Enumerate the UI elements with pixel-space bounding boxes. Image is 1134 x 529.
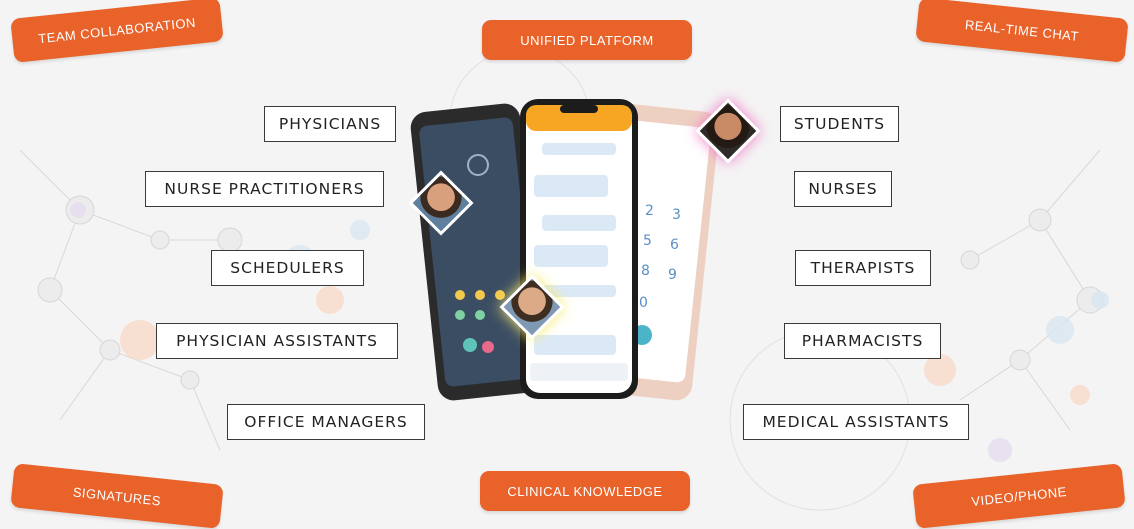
role-therapists: THERAPISTS: [795, 250, 931, 286]
role-physician-assistants: PHYSICIAN ASSISTANTS: [156, 323, 398, 359]
svg-text:9: 9: [668, 267, 677, 283]
svg-text:6: 6: [670, 237, 679, 253]
role-nurse-practitioners: NURSE PRACTITIONERS: [145, 171, 384, 207]
svg-text:0: 0: [639, 295, 648, 311]
svg-text:3: 3: [672, 207, 681, 223]
role-nurses: NURSES: [794, 171, 892, 207]
phone-mockup-center: [520, 99, 638, 399]
svg-text:2: 2: [645, 203, 654, 219]
svg-text:5: 5: [643, 233, 652, 249]
role-schedulers: SCHEDULERS: [211, 250, 364, 286]
svg-text:8: 8: [641, 263, 650, 279]
role-pharmacists: PHARMACISTS: [784, 323, 941, 359]
role-students: STUDENTS: [780, 106, 899, 142]
phone-mockups-illustration: 2 3 5 6 8 9 0: [410, 99, 720, 401]
feature-unified-platform: UNIFIED PLATFORM: [482, 20, 692, 60]
role-medical-assistants: MEDICAL ASSISTANTS: [743, 404, 969, 440]
role-office-managers: OFFICE MANAGERS: [227, 404, 425, 440]
feature-clinical-knowledge: CLINICAL KNOWLEDGE: [480, 471, 690, 511]
role-physicians: PHYSICIANS: [264, 106, 396, 142]
